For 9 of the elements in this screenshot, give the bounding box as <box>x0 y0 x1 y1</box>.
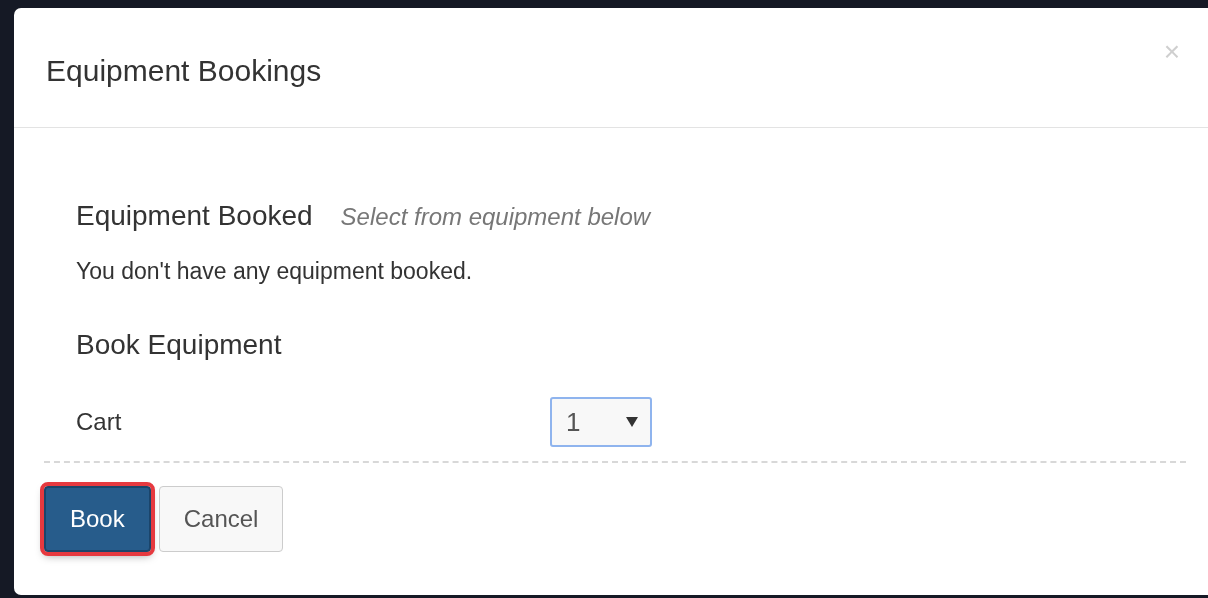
equipment-label: Cart <box>76 408 123 436</box>
empty-message: You don't have any equipment booked. <box>76 258 474 285</box>
quantity-select[interactable]: 1 <box>550 397 652 447</box>
caret-icon <box>626 417 638 427</box>
section-hint: Select from equipment below <box>340 203 651 231</box>
cancel-button[interactable]: Cancel <box>158 486 284 552</box>
section-heading: Equipment Booked <box>76 200 313 232</box>
dialog-title: Equipment Bookings <box>46 54 322 88</box>
section-heading: Book Equipment <box>76 329 283 361</box>
